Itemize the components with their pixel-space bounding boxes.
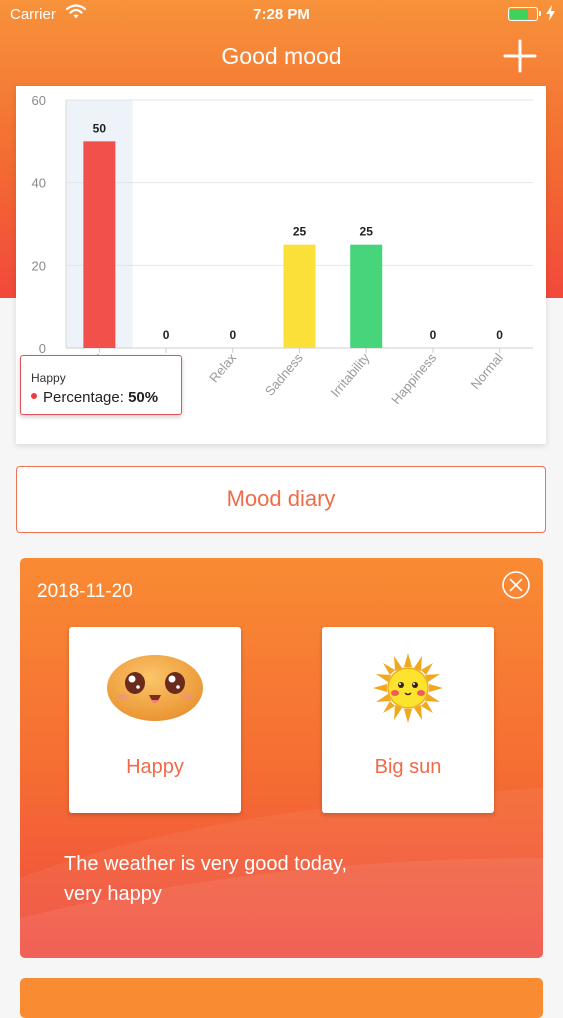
diary-entry-card[interactable]: 2018-11-20 Happy Big sun The weather is … [20, 558, 543, 958]
bar-value-label: 0 [430, 328, 437, 342]
y-tick-label: 20 [32, 258, 46, 273]
y-tick-label: 60 [32, 93, 46, 108]
bar-value-label: 0 [496, 328, 503, 342]
entry-note: The weather is very good today, very hap… [64, 849, 444, 909]
status-time: 7:28 PM [253, 6, 310, 23]
battery-level [510, 9, 528, 19]
x-tick-label: Irritability [328, 350, 373, 400]
delete-entry-button[interactable] [501, 570, 531, 600]
close-circle-icon [502, 571, 530, 599]
mood-tile[interactable]: Happy [69, 627, 241, 813]
bar [83, 141, 116, 348]
mood-label: Happy [126, 756, 184, 778]
series-dot-icon [31, 393, 37, 400]
happy-face-icon [107, 655, 203, 721]
battery-icon [508, 7, 541, 21]
bar-value-label: 25 [360, 225, 374, 239]
chart-tooltip: Happy Percentage: 50% [20, 355, 182, 415]
x-tick-label: Normal [468, 350, 506, 392]
tooltip-row: Percentage: 50% [31, 389, 158, 406]
mood-diary-button[interactable]: Mood diary [16, 466, 546, 533]
bar-value-label: 50 [93, 121, 107, 135]
weather-tile[interactable]: Big sun [322, 627, 494, 813]
add-button[interactable] [503, 39, 537, 73]
sun-icon [373, 653, 443, 723]
x-tick-label: Sadness [262, 350, 306, 399]
x-tick-label: Relax [206, 350, 239, 385]
plus-icon [503, 39, 537, 73]
entry-note-line: very happy [64, 883, 162, 905]
tooltip-label: Percentage: [43, 389, 124, 406]
bar-value-label: 0 [163, 328, 170, 342]
status-bar: Carrier 7:28 PM [0, 0, 563, 30]
weather-label: Big sun [374, 756, 442, 778]
tooltip-value: 50% [128, 389, 159, 406]
bar-value-label: 0 [229, 328, 236, 342]
entry-date: 2018-11-20 [37, 581, 133, 602]
bar [283, 244, 316, 348]
bar-value-label: 25 [293, 225, 307, 239]
bar [350, 244, 383, 348]
next-diary-entry-card[interactable] [20, 978, 543, 1018]
charging-bolt-icon [546, 5, 555, 21]
y-tick-label: 0 [39, 341, 46, 356]
x-tick-label: Happiness [388, 350, 439, 407]
page-title: Good mood [221, 43, 342, 69]
y-tick-label: 40 [32, 176, 46, 191]
entry-note-line: The weather is very good today, [64, 853, 348, 875]
tooltip-title: Happy [31, 371, 66, 385]
